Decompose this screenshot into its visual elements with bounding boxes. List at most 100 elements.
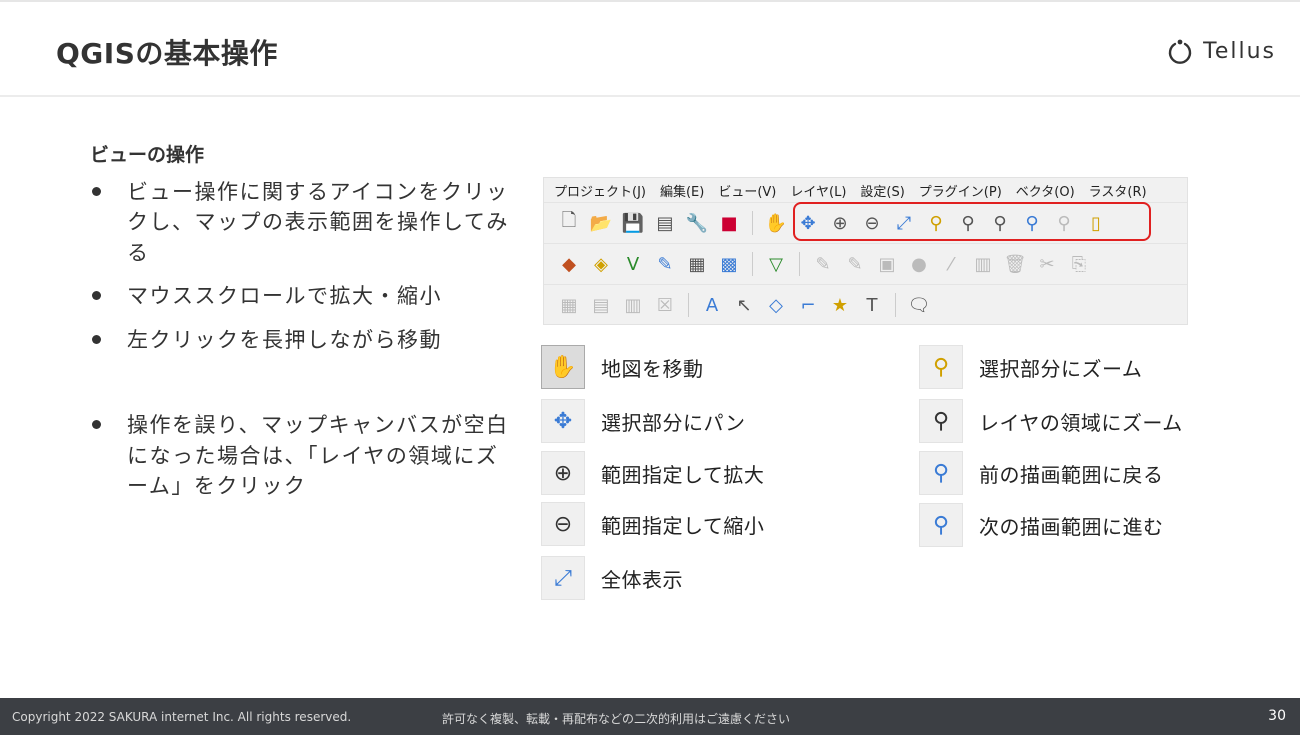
toolbar-row-labels: ▦ ▤ ▥ ☒ A ↖ ◇ ⌐ ★ T 🗨 [544,284,1187,325]
slide-footer: Copyright 2022 SAKURA internet Inc. All … [0,698,1300,735]
view-icons-highlight-box [793,202,1151,241]
layout-manager-icon[interactable]: 🔧 [684,210,710,236]
add-layer-icon[interactable]: ▦ [684,251,710,277]
zoom-full-icon: ⤢ [541,556,585,600]
legend-label: 次の描画範囲に進む [979,514,1164,539]
legend-label: 範囲指定して拡大 [601,462,765,487]
toolbar-separator [752,211,753,235]
bullet-text: ビュー操作に関するアイコンをクリックし、マップの表示範囲を操作してみる [127,180,509,265]
new-print-layout-icon[interactable]: ▤ [652,210,678,236]
menu-layer[interactable]: レイヤ(L) [790,181,846,200]
toolbar-separator [895,293,896,317]
legend-label: 前の描画範囲に戻る [979,462,1164,487]
current-edits-icon[interactable]: ✎ [842,251,868,277]
bullet-item: 左クリックを長押しながら移動 [90,325,520,355]
attribute-table-icon[interactable]: ▦ [556,292,582,318]
pan-to-selection-icon: ✥ [541,399,585,443]
toolbar-separator [799,252,800,276]
bullet-dot-icon [92,334,101,344]
bullet-item: 操作を誤り、マップキャンバスが空白になった場合は、「レイヤの領域にズーム」をクリ… [90,410,520,501]
add-wfs-layer-icon[interactable]: ▽ [763,251,789,277]
toggle-editing-icon[interactable]: ✎ [810,251,836,277]
text-annotation-icon[interactable]: T [859,292,885,318]
legend-item-zoom-last: ⚲ 前の描画範囲に戻る [919,451,1164,495]
menu-plugins[interactable]: プラグイン(P) [919,181,1002,200]
legend-item-pan-to-selection: ✥ 選択部分にパン [541,399,746,443]
style-manager-icon[interactable]: ■ [716,210,742,236]
legend-label: 地図を移動 [601,356,704,381]
bullet-text: 操作を誤り、マップキャンバスが空白になった場合は、「レイヤの領域にズーム」をクリ… [127,413,509,499]
delete-icon[interactable]: 🗑 [1002,251,1028,277]
save-project-icon[interactable]: 💾 [620,210,646,236]
bullet-dot-icon [92,291,101,301]
bullet-text: 左クリックを長押しながら移動 [127,327,442,352]
save-edits-icon[interactable]: ▣ [874,251,900,277]
add-feature-icon[interactable]: ● [906,251,932,277]
section-heading: ビューの操作 [90,144,205,166]
menu-view[interactable]: ビュー(V) [718,181,776,200]
legend-label: 選択部分にパン [601,410,746,435]
zoom-last-icon: ⚲ [919,451,963,495]
legend-item-zoom-in: ⊕ 範囲指定して拡大 [541,451,764,495]
new-project-icon[interactable]: 🗋 [556,210,582,236]
legend-item-zoom-full: ⤢ 全体表示 [541,556,683,600]
page-number: 30 [1268,708,1286,724]
data-source-manager-icon[interactable]: ◆ [556,251,582,277]
bullet-dot-icon [92,420,101,430]
copyright-text: Copyright 2022 SAKURA internet Inc. All … [12,710,352,724]
view-operations-section: ビューの操作 ビュー操作に関するアイコンをクリックし、マップの表示範囲を操作して… [90,140,520,515]
menu-settings[interactable]: 設定(S) [860,181,904,200]
legend-item-zoom-to-selection: ⚲ 選択部分にズーム [919,345,1142,389]
legend-item-pan: ✋ 地図を移動 [541,345,704,389]
usage-notice: 許可なく複製、転載・再配布などの二次的利用はご遠慮ください [442,712,791,726]
toolbar-row-layers: ◆ ◈ V ✎ ▦ ▩ ▽ ✎ ✎ ▣ ● ⁄ ▥ 🗑 ✂ ⎘ [544,243,1187,284]
legend-label: 選択部分にズーム [979,356,1143,381]
add-polygon-icon[interactable]: ◇ [763,292,789,318]
tellus-logo-icon [1168,39,1192,64]
new-geopackage-icon[interactable]: ◈ [588,251,614,277]
zoom-to-selection-icon: ⚲ [919,345,963,389]
qgis-menubar: プロジェクト(J) 編集(E) ビュー(V) レイヤ(L) 設定(S) プラグイ… [544,178,1187,202]
menu-edit[interactable]: 編集(E) [660,181,704,200]
legend-label: 全体表示 [601,567,683,592]
legend-item-zoom-out: ⊖ 範囲指定して縮小 [541,502,764,546]
select-features-icon[interactable]: ☒ [652,292,678,318]
bullet-item: ビュー操作に関するアイコンをクリックし、マップの表示範囲を操作してみる [90,177,520,268]
zoom-next-icon: ⚲ [919,503,963,547]
annotation-icon[interactable]: 🗨 [906,292,932,318]
zoom-out-icon: ⊖ [541,502,585,546]
tellus-logo: Tellus [1167,38,1276,64]
open-project-icon[interactable]: 📂 [588,210,614,236]
copy-icon[interactable]: ⎘ [1066,251,1092,277]
legend-label: 範囲指定して縮小 [601,513,765,538]
menu-project[interactable]: プロジェクト(J) [554,181,646,200]
menu-raster[interactable]: ラスタ(R) [1089,181,1147,200]
statistics-icon[interactable]: ▥ [620,292,646,318]
toolbar-separator [688,293,689,317]
qgis-toolbar-screenshot: プロジェクト(J) 編集(E) ビュー(V) レイヤ(L) 設定(S) プラグイ… [543,177,1188,325]
menu-vector[interactable]: ベクタ(O) [1016,181,1075,200]
legend-item-zoom-to-layer: ⚲ レイヤの領域にズーム [919,399,1183,443]
add-raster-layer-icon[interactable]: ▩ [716,251,742,277]
slide-header: QGISの基本操作 Tellus [0,0,1300,97]
label-tool-icon[interactable]: A [699,292,725,318]
digitize-icon[interactable]: ✎ [652,251,678,277]
delete-selected-icon[interactable]: ▥ [970,251,996,277]
pan-hand-icon: ✋ [541,345,585,389]
add-line-icon[interactable]: ⌐ [795,292,821,318]
add-vector-layer-icon[interactable]: V [620,251,646,277]
select-arrow-icon[interactable]: ↖ [731,292,757,318]
vertex-tool-icon[interactable]: ⁄ [938,251,964,277]
bullet-list: ビュー操作に関するアイコンをクリックし、マップの表示範囲を操作してみる マウスス… [90,177,520,502]
bullet-text: マウススクロールで拡大・縮小 [127,284,442,309]
field-calculator-icon[interactable]: ▤ [588,292,614,318]
legend-label: レイヤの領域にズーム [979,410,1183,435]
zoom-to-layer-icon: ⚲ [919,399,963,443]
bullet-item: マウススクロールで拡大・縮小 [90,281,520,311]
add-star-icon[interactable]: ★ [827,292,853,318]
zoom-in-icon: ⊕ [541,451,585,495]
toolbar-separator [752,252,753,276]
pan-hand-icon[interactable]: ✋ [763,210,789,236]
cut-icon[interactable]: ✂ [1034,251,1060,277]
slide-title: QGISの基本操作 [56,37,278,70]
